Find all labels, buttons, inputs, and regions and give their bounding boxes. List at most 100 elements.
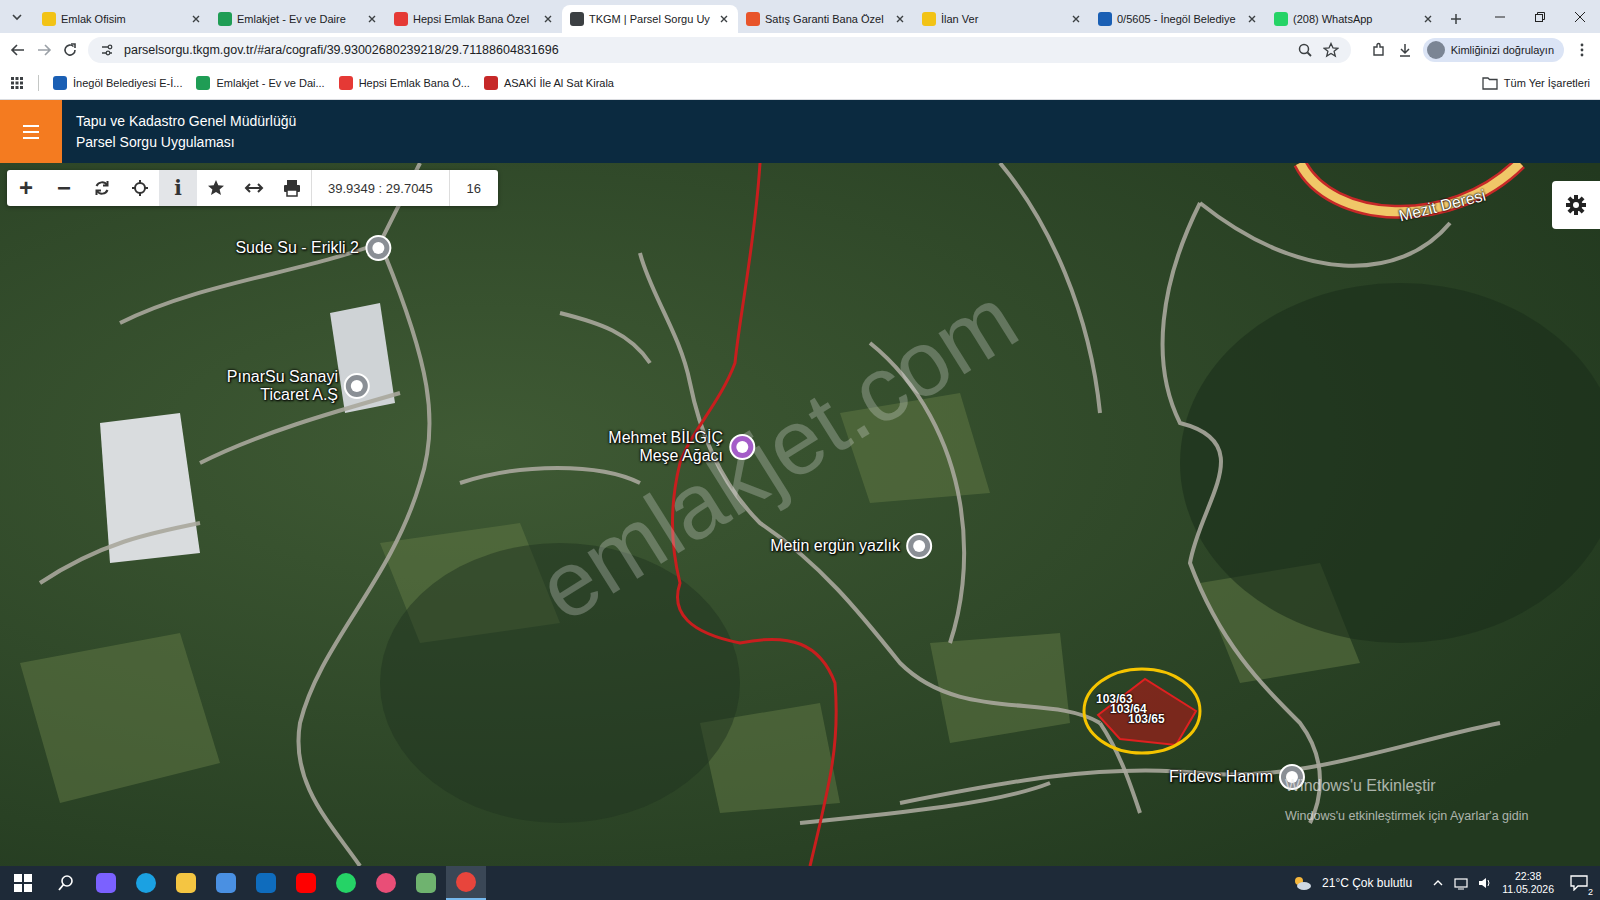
tab-label: İlan Ver [941,13,1065,25]
taskbar-app[interactable] [206,866,246,900]
site-settings-icon[interactable] [100,43,114,57]
browser-tab[interactable]: TKGM | Parsel Sorgu Uy [562,5,738,33]
toolbar-button[interactable] [197,170,235,206]
close-icon[interactable] [718,13,730,25]
taskbar-app[interactable] [446,866,486,900]
url-field[interactable]: parselsorgu.tkgm.gov.tr/#ara/cografi/39.… [88,37,1351,63]
pin-icon [906,533,932,559]
browser-tab[interactable]: Emlak Ofisim [34,5,210,33]
plus-icon [1449,12,1463,26]
taskbar-app[interactable] [366,866,406,900]
apps-grid-icon[interactable] [10,76,24,90]
back-icon[interactable] [10,42,26,58]
toolbar-button[interactable]: + [7,170,45,206]
close-window-button[interactable] [1560,0,1600,33]
forward-icon[interactable] [36,42,52,58]
taskbar-app[interactable] [406,866,446,900]
clock[interactable]: 22:3811.05.2026 [1502,870,1554,896]
app-icon [296,873,316,893]
search-button[interactable] [46,866,86,900]
reload-icon[interactable] [62,42,78,58]
notification-button[interactable]: 2 [1564,875,1594,891]
map-pin[interactable]: Firdevs Hanım [1169,764,1305,790]
settings-button[interactable] [1552,181,1600,229]
taskbar-app[interactable] [86,866,126,900]
close-icon[interactable] [1422,13,1434,25]
map-pin[interactable]: Mehmet BİLGİÇMeşe Ağacı [608,429,755,465]
menu-dots-icon[interactable] [1574,42,1590,58]
tab-label: Emlak Ofisim [61,13,185,25]
start-button[interactable] [0,866,46,900]
pin-label-line: Metin ergün yazlık [770,537,900,555]
browser-tab[interactable]: 0/5605 - İnegöl Belediye [1090,5,1266,33]
bookmark[interactable]: Hepsi Emlak Bana Ö... [339,76,470,90]
browser-tab[interactable]: Satış Garanti Bana Özel [738,5,914,33]
map-pin[interactable]: PınarSu SanayiTicaret A.Ş [227,368,370,404]
zoom-icon[interactable] [1297,42,1313,58]
pin-label: Metin ergün yazlık [770,537,900,555]
taskbar: 21°C Çok bulutlu22:3811.05.20262 [0,866,1600,900]
taskbar-app[interactable] [246,866,286,900]
browser-tab[interactable]: Emlakjet - Ev ve Daire [210,5,386,33]
search-icon [57,874,75,892]
all-bookmarks-label: Tüm Yer İşaretleri [1504,77,1590,89]
minimize-button[interactable] [1480,0,1520,33]
close-icon[interactable] [542,13,554,25]
toolbar-button[interactable] [235,170,273,206]
menu-button[interactable] [0,100,62,163]
close-icon[interactable] [1070,13,1082,25]
all-bookmarks[interactable]: Tüm Yer İşaretleri [1482,76,1590,90]
bookmark[interactable]: Emlakjet - Ev ve Dai... [196,76,324,90]
separator [38,75,39,91]
extensions-icon[interactable] [1371,42,1387,58]
browser-tab[interactable]: (208) WhatsApp [1266,5,1442,33]
taskbar-app[interactable] [126,866,166,900]
close-icon[interactable] [894,13,906,25]
taskbar-app[interactable] [286,866,326,900]
bookmark[interactable]: ASAKİ İle Al Sat Kirala [484,76,614,90]
favicon-icon [1098,12,1112,26]
chevron-up-icon[interactable] [1432,877,1444,889]
taskbar-app[interactable] [326,866,366,900]
coordinates: 39.9349 : 29.7045 [311,170,449,206]
volume-icon[interactable] [1478,876,1492,890]
toolbar-button[interactable] [273,170,311,206]
toolbar-button[interactable]: − [45,170,83,206]
window-controls [1480,0,1600,33]
map[interactable]: emlakjet.comMezit Deresi103/63103/64103/… [0,163,1600,866]
browser-tab[interactable]: İlan Ver [914,5,1090,33]
refresh-icon [93,179,111,197]
close-icon[interactable] [1246,13,1258,25]
close-icon[interactable] [366,13,378,25]
map-pin[interactable]: Metin ergün yazlık [770,533,932,559]
hamburger-icon [22,124,40,140]
download-icon[interactable] [1397,42,1413,58]
tab-search-button[interactable] [0,0,34,33]
bookmark-star-icon[interactable] [1323,42,1339,58]
network-icon[interactable] [1454,876,1468,890]
new-tab-button[interactable] [1442,5,1470,33]
profile-button[interactable]: Kimliğinizi doğrulayın [1423,38,1564,62]
toolbar-glyph: i [174,178,182,198]
browser-tab[interactable]: Hepsi Emlak Bana Özel [386,5,562,33]
weather-icon [1292,875,1312,891]
chevron-down-icon [11,11,23,23]
restore-button[interactable] [1520,0,1560,33]
zoom-level: 16 [449,170,498,206]
bookmark-label: Hepsi Emlak Bana Ö... [359,77,470,89]
folder-icon [1482,76,1498,90]
close-icon[interactable] [190,13,202,25]
taskbar-app[interactable] [166,866,206,900]
parcel-label[interactable]: 103/65 [1128,713,1165,725]
bookmark-label: Emlakjet - Ev ve Dai... [216,77,324,89]
toolbar-button[interactable] [121,170,159,206]
tab-label: Hepsi Emlak Bana Özel [413,13,537,25]
toolbar-button[interactable] [83,170,121,206]
bookmark[interactable]: İnegöl Belediyesi E-İ... [53,76,182,90]
gear-icon [1565,194,1587,216]
pin-label: Mehmet BİLGİÇMeşe Ağacı [608,429,723,465]
toolbar-button[interactable]: i [159,170,197,206]
pin-core [736,441,748,453]
map-pin[interactable]: Sude Su - Erikli 2 [235,235,391,261]
favicon-icon [746,12,760,26]
